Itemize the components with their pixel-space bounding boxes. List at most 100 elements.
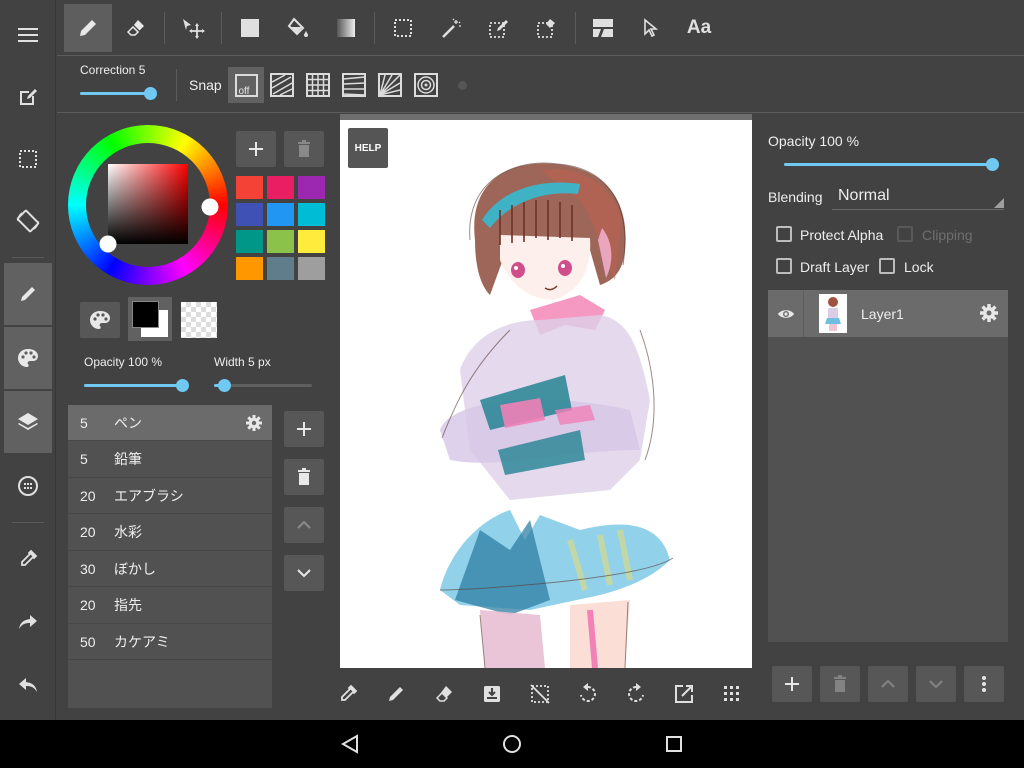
tool-eraser[interactable] <box>112 4 160 52</box>
tool-bucket[interactable] <box>274 4 322 52</box>
brush-list-item[interactable]: 20 エアブラシ <box>68 478 272 514</box>
selection-button[interactable] <box>4 128 52 190</box>
eyedropper-button[interactable] <box>4 528 52 590</box>
nav-back-button[interactable] <box>338 732 362 756</box>
brush-settings-button[interactable] <box>246 414 262 431</box>
palette-swatch[interactable] <box>267 257 294 280</box>
tool-text[interactable]: Aa <box>675 4 723 52</box>
palette-swatch[interactable] <box>298 257 325 280</box>
palette-swatch[interactable] <box>267 203 294 226</box>
layer-opacity-slider[interactable] <box>784 158 999 171</box>
correction-slider[interactable] <box>80 87 157 100</box>
menu-button[interactable] <box>4 4 52 66</box>
color-wheel[interactable] <box>68 125 228 285</box>
palette-swatch[interactable] <box>298 176 325 199</box>
layer-visibility-toggle[interactable] <box>768 290 804 337</box>
bottom-pen-button[interactable] <box>376 672 416 716</box>
palette-swatch[interactable] <box>236 176 263 199</box>
bottom-deselect-button[interactable] <box>520 672 560 716</box>
material-button[interactable] <box>4 455 52 517</box>
correction-slider-knob[interactable] <box>144 87 157 100</box>
palette-swatch[interactable] <box>267 176 294 199</box>
brush-list-item[interactable]: 5 ペン <box>68 405 272 441</box>
palette-swatch[interactable] <box>236 230 263 253</box>
tool-operation[interactable] <box>627 4 675 52</box>
delete-layer-button[interactable] <box>820 666 860 702</box>
undo-button[interactable] <box>4 654 52 716</box>
nav-recents-button[interactable] <box>662 732 686 756</box>
snap-settings-dot[interactable] <box>458 81 467 90</box>
redo-button[interactable] <box>4 591 52 653</box>
nav-home-button[interactable] <box>500 732 524 756</box>
clipping-checkbox[interactable] <box>897 226 913 242</box>
tool-select-pen[interactable] <box>475 4 523 52</box>
brush-width-slider[interactable] <box>214 379 312 392</box>
primary-color[interactable] <box>132 301 159 328</box>
hue-knob[interactable] <box>201 198 219 216</box>
help-button[interactable]: HELP <box>348 128 388 168</box>
bottom-export-button[interactable] <box>664 672 704 716</box>
transparent-color-button[interactable] <box>181 302 217 338</box>
tool-move[interactable] <box>169 4 217 52</box>
add-color-button[interactable] <box>236 131 276 167</box>
lock-checkbox[interactable] <box>879 258 895 274</box>
tool-frame-divider[interactable] <box>579 4 627 52</box>
layer-opacity-knob[interactable] <box>986 158 999 171</box>
bottom-save-button[interactable] <box>472 672 512 716</box>
blending-select[interactable]: Normal <box>832 184 1004 210</box>
draft-layer-checkbox[interactable] <box>776 258 792 274</box>
delete-brush-button[interactable] <box>284 459 324 495</box>
palette-swatch[interactable] <box>298 230 325 253</box>
palette-swatch[interactable] <box>267 230 294 253</box>
add-layer-button[interactable] <box>772 666 812 702</box>
palette-button[interactable] <box>80 302 120 338</box>
tool-pen[interactable] <box>64 4 112 52</box>
delete-color-button[interactable] <box>284 131 324 167</box>
bottom-rotate-left-button[interactable] <box>568 672 608 716</box>
tool-gradient[interactable] <box>322 4 370 52</box>
snap-grid-button[interactable] <box>300 67 336 103</box>
layer-down-button[interactable] <box>916 666 956 702</box>
drawing-canvas[interactable]: HELP <box>340 120 752 668</box>
tool-magic-wand[interactable] <box>427 4 475 52</box>
color-panel-button[interactable] <box>4 327 52 389</box>
protect-alpha-checkbox[interactable] <box>776 226 792 242</box>
snap-radial-button[interactable] <box>372 67 408 103</box>
bottom-eraser-button[interactable] <box>424 672 464 716</box>
bottom-grid-menu-button[interactable] <box>712 672 752 716</box>
brush-list-item[interactable]: 20 水彩 <box>68 515 272 551</box>
brush-panel-button[interactable] <box>4 263 52 325</box>
brush-list-item[interactable]: 20 指先 <box>68 588 272 624</box>
layer-up-button[interactable] <box>868 666 908 702</box>
snap-parallel-button[interactable] <box>264 67 300 103</box>
edit-canvas-button[interactable] <box>4 66 52 128</box>
layer-row[interactable]: Layer1 <box>768 290 1008 337</box>
bottom-rotate-right-button[interactable] <box>616 672 656 716</box>
sv-knob[interactable] <box>99 235 117 253</box>
tool-select-rect[interactable] <box>379 4 427 52</box>
tool-fill-rect[interactable] <box>226 4 274 52</box>
brush-list-item[interactable]: 50 カケアミ <box>68 624 272 660</box>
brush-opacity-knob[interactable] <box>176 379 189 392</box>
tool-select-eraser[interactable] <box>523 4 571 52</box>
layer-more-button[interactable] <box>964 666 1004 702</box>
palette-swatch[interactable] <box>236 203 263 226</box>
layer-panel-button[interactable] <box>4 391 52 453</box>
brush-opacity-slider[interactable] <box>84 379 189 392</box>
palette-swatch[interactable] <box>298 203 325 226</box>
layer-settings-button[interactable] <box>980 304 998 322</box>
snap-perspective-button[interactable] <box>336 67 372 103</box>
brush-list-item[interactable]: 5 鉛筆 <box>68 442 272 478</box>
color-swap-button[interactable] <box>128 297 172 341</box>
brush-width-knob[interactable] <box>218 379 231 392</box>
add-brush-button[interactable] <box>284 411 324 447</box>
brush-down-button[interactable] <box>284 555 324 591</box>
brush-up-button[interactable] <box>284 507 324 543</box>
snap-off-button[interactable]: off <box>228 67 264 103</box>
brush-list-item[interactable]: 30 ぼかし <box>68 551 272 587</box>
palette-swatch[interactable] <box>236 257 263 280</box>
rotate-screen-button[interactable] <box>4 190 52 252</box>
bottom-eyedropper-button[interactable] <box>328 672 368 716</box>
saturation-value-box[interactable] <box>108 164 188 244</box>
snap-concentric-button[interactable] <box>408 67 444 103</box>
